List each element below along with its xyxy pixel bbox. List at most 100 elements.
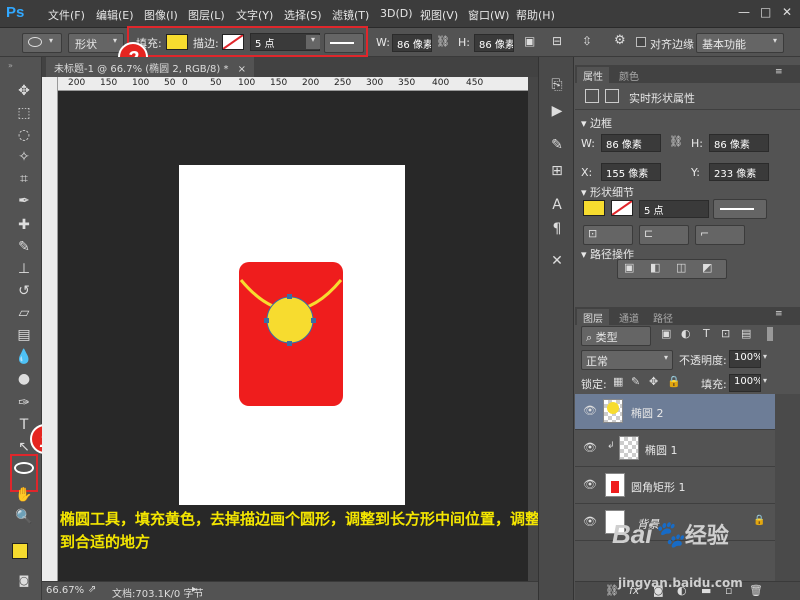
yellow-ellipse[interactable] <box>266 296 314 344</box>
tool-preset-picker[interactable]: ▾ <box>22 33 62 53</box>
height-field[interactable]: 86 像素 <box>474 34 514 52</box>
section-bounds[interactable]: ▾ 边框 <box>581 115 612 131</box>
stroke-none-swatch[interactable] <box>222 34 244 50</box>
eye-icon[interactable]: 👁 <box>583 515 597 528</box>
props-stroke-type[interactable] <box>713 199 767 219</box>
menu-view[interactable]: 视图(V) <box>420 7 458 23</box>
props-fill-swatch[interactable] <box>583 200 605 216</box>
history-panel-icon[interactable]: ⎘ <box>545 73 569 97</box>
crop-tool-icon[interactable]: ⌗ <box>14 169 34 189</box>
menu-3d[interactable]: 3D(D) <box>380 7 413 20</box>
foreground-color-swatch[interactable] <box>12 543 28 559</box>
anchor-point[interactable] <box>264 318 269 323</box>
document-canvas[interactable] <box>179 165 405 505</box>
menu-image[interactable]: 图像(I) <box>144 7 178 23</box>
subtract-shapes-icon[interactable]: ◧ <box>650 261 660 274</box>
link-icon[interactable]: ⛓ <box>669 135 683 148</box>
panel-menu-icon[interactable]: ≡ <box>775 67 783 77</box>
dodge-tool-icon[interactable]: ● <box>14 369 34 389</box>
lock-image-icon[interactable]: ✎ <box>631 375 640 388</box>
width-field[interactable]: 86 像素 <box>392 34 432 52</box>
align-type-select[interactable]: ⊡ <box>583 225 633 245</box>
eye-icon[interactable]: 👁 <box>583 441 597 454</box>
pen-tool-icon[interactable]: ✑ <box>14 393 34 413</box>
hand-tool-icon[interactable]: ✋ <box>14 485 34 505</box>
tab-properties[interactable]: 属性 <box>577 67 609 84</box>
filter-shape-icon[interactable]: ⊡ <box>721 327 730 340</box>
props-width-field[interactable]: 86 像素 <box>601 134 661 152</box>
chevron-right-icon[interactable]: ▸ <box>192 584 197 595</box>
chevron-down-icon[interactable]: ▾ <box>306 35 320 49</box>
filter-smart-object-icon[interactable]: ▤ <box>741 327 751 340</box>
path-arrangement-icon[interactable]: ⇳ <box>582 34 592 48</box>
combine-shapes-icon[interactable]: ▣ <box>624 261 634 274</box>
menu-layer[interactable]: 图层(L) <box>188 7 225 23</box>
zoom-tool-icon[interactable]: 🔍 <box>14 507 34 527</box>
stroke-type-picker[interactable] <box>324 33 364 53</box>
gear-icon[interactable]: ⚙ <box>614 33 626 48</box>
menu-file[interactable]: 文件(F) <box>48 7 85 23</box>
vertical-scrollbar[interactable] <box>528 77 538 581</box>
anchor-point[interactable] <box>287 341 292 346</box>
tab-channels[interactable]: 通道 <box>613 309 645 326</box>
brush-panel-icon[interactable]: ✎ <box>545 133 569 157</box>
panel-menu-icon[interactable]: ≡ <box>775 309 783 319</box>
path-alignment-icon[interactable]: ⊟ <box>552 34 562 48</box>
eye-icon[interactable]: 👁 <box>583 478 597 491</box>
props-y-field[interactable]: 233 像素 <box>709 163 769 181</box>
gradient-tool-icon[interactable]: ▤ <box>14 325 34 345</box>
anchor-point[interactable] <box>287 294 292 299</box>
props-height-field[interactable]: 86 像素 <box>709 134 769 152</box>
exclude-shapes-icon[interactable]: ◩ <box>702 261 712 274</box>
blend-mode-select[interactable]: 正常 ▾ <box>581 350 673 370</box>
menu-help[interactable]: 帮助(H) <box>516 7 555 23</box>
clone-stamp-tool-icon[interactable]: ⊥ <box>14 259 34 279</box>
marquee-tool-icon[interactable]: ⬚ <box>14 103 34 123</box>
document-tab[interactable]: 未标题-1 @ 66.7% (椭圆 2, RGB/8) * × <box>46 57 255 77</box>
actions-panel-icon[interactable]: ▶ <box>545 99 569 123</box>
minimize-button[interactable]: — <box>738 5 750 19</box>
lock-position-icon[interactable]: ✥ <box>649 375 658 388</box>
history-brush-tool-icon[interactable]: ↺ <box>14 281 34 301</box>
maximize-button[interactable]: □ <box>760 5 771 19</box>
lock-all-icon[interactable]: 🔒 <box>667 375 681 388</box>
clone-source-panel-icon[interactable]: ⊞ <box>545 159 569 183</box>
layer-filter-select[interactable]: ⌕ 类型 <box>581 326 651 346</box>
tab-color[interactable]: 颜色 <box>613 67 645 84</box>
close-tab-icon[interactable]: × <box>238 64 246 75</box>
intersect-shapes-icon[interactable]: ◫ <box>676 261 686 274</box>
props-x-field[interactable]: 155 像素 <box>601 163 661 181</box>
filter-adjustment-icon[interactable]: ◐ <box>681 327 691 340</box>
link-layers-icon[interactable]: ⛓ <box>605 584 619 597</box>
tab-layers[interactable]: 图层 <box>577 309 609 326</box>
corner-type-select[interactable]: ⌐ <box>695 225 745 245</box>
eraser-tool-icon[interactable]: ▱ <box>14 303 34 323</box>
filter-type-icon[interactable]: T <box>703 327 710 340</box>
opacity-field[interactable]: 100% <box>729 350 761 368</box>
close-window-button[interactable]: ✕ <box>782 5 792 19</box>
workspace-select[interactable]: 基本功能 ▾ <box>696 33 784 53</box>
fill-swatch[interactable] <box>166 34 188 50</box>
menu-window[interactable]: 窗口(W) <box>468 7 509 23</box>
link-icon[interactable]: ⛓ <box>436 35 450 48</box>
layer-row[interactable]: 👁 椭圆 2 <box>575 394 775 430</box>
ellipse-tool-icon[interactable] <box>14 462 34 474</box>
lasso-tool-icon[interactable]: ◌ <box>14 125 34 145</box>
align-edges-checkbox[interactable] <box>636 37 646 47</box>
healing-brush-tool-icon[interactable]: ✚ <box>14 215 34 235</box>
menu-edit[interactable]: 编辑(E) <box>96 7 134 23</box>
anchor-point[interactable] <box>311 318 316 323</box>
eyedropper-tool-icon[interactable]: ✒ <box>14 191 34 211</box>
layers-scrollbar[interactable] <box>775 394 800 581</box>
layer-row[interactable]: 👁 ↲ 椭圆 1 <box>575 431 775 467</box>
trash-icon[interactable]: 🗑 <box>749 584 763 597</box>
props-stroke-size-field[interactable]: 5 点 <box>639 200 709 218</box>
paragraph-panel-icon[interactable]: ¶ <box>545 217 569 241</box>
menu-type[interactable]: 文字(Y) <box>236 7 273 23</box>
filter-pixel-icon[interactable]: ▣ <box>661 327 671 340</box>
chevron-down-icon[interactable]: ▾ <box>763 376 767 385</box>
tab-paths[interactable]: 路径 <box>647 309 679 326</box>
magic-wand-tool-icon[interactable]: ✧ <box>14 147 34 167</box>
tool-mode-select[interactable]: 形状 ▾ <box>68 33 124 53</box>
filter-toggle[interactable] <box>767 327 773 341</box>
